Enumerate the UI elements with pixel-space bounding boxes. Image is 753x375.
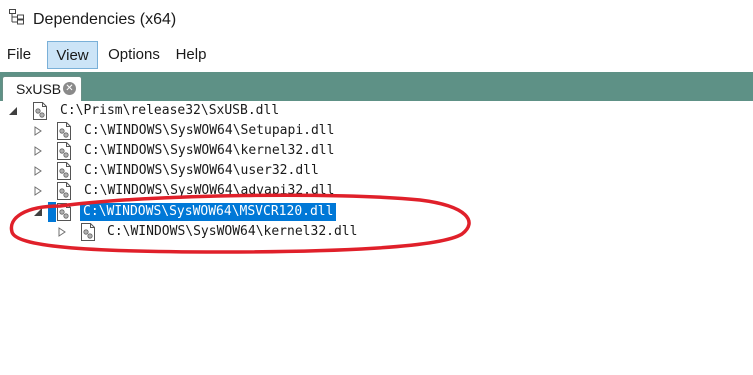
expanded-arrow-icon[interactable]: [8, 106, 18, 116]
tree-row-label: C:\WINDOWS\SysWOW64\user32.dll: [84, 163, 319, 178]
tree-row[interactable]: C:\WINDOWS\SysWOW64\Setupapi.dll: [0, 121, 753, 141]
tree-row-label: C:\WINDOWS\SysWOW64\MSVCR120.dll: [80, 203, 337, 221]
collapsed-arrow-icon[interactable]: [33, 126, 43, 136]
tree-row[interactable]: C:\WINDOWS\SysWOW64\user32.dll: [0, 161, 753, 181]
menu-options[interactable]: Options: [103, 41, 165, 69]
tree-row-root[interactable]: C:\Prism\release32\SxUSB.dll: [0, 101, 753, 121]
dll-file-icon: [57, 122, 71, 140]
tree-row-label: C:\WINDOWS\SysWOW64\kernel32.dll: [107, 224, 358, 239]
dll-file-icon: [33, 102, 47, 120]
tab-label: SxUSB: [16, 81, 62, 97]
selection-highlight: [48, 202, 56, 222]
title-bar: Dependencies (x64): [0, 0, 753, 38]
dll-file-icon: [57, 162, 71, 180]
menu-view[interactable]: View: [47, 41, 98, 69]
tree-row-label: C:\WINDOWS\SysWOW64\kernel32.dll: [84, 143, 335, 158]
window-title: Dependencies (x64): [33, 11, 177, 28]
dll-file-icon: [57, 142, 71, 160]
dll-file-icon: [57, 203, 71, 221]
tree-row-label: C:\Prism\release32\SxUSB.dll: [60, 103, 280, 118]
menu-bar: File View Options Help: [0, 38, 753, 72]
tab-sxusb[interactable]: SxUSB ✕: [2, 76, 82, 101]
tab-strip: SxUSB ✕: [0, 72, 753, 101]
dependency-tree[interactable]: C:\Prism\release32\SxUSB.dll C:\WINDOWS\…: [0, 101, 753, 375]
collapsed-arrow-icon[interactable]: [57, 227, 67, 237]
tree-row-selected[interactable]: C:\WINDOWS\SysWOW64\MSVCR120.dll: [0, 202, 753, 222]
collapsed-arrow-icon[interactable]: [33, 146, 43, 156]
collapsed-arrow-icon[interactable]: [33, 166, 43, 176]
dll-file-icon: [81, 223, 95, 241]
tree-row[interactable]: C:\WINDOWS\SysWOW64\kernel32.dll: [0, 222, 753, 242]
tree-row[interactable]: C:\WINDOWS\SysWOW64\advapi32.dll: [0, 181, 753, 201]
dependency-tree-icon: [9, 9, 24, 25]
menu-file[interactable]: File: [0, 41, 38, 69]
close-icon[interactable]: ✕: [63, 82, 76, 95]
expanded-arrow-icon[interactable]: [33, 207, 43, 217]
tree-row-label: C:\WINDOWS\SysWOW64\advapi32.dll: [84, 183, 335, 198]
collapsed-arrow-icon[interactable]: [33, 186, 43, 196]
tree-row-label: C:\WINDOWS\SysWOW64\Setupapi.dll: [84, 123, 335, 138]
dll-file-icon: [57, 182, 71, 200]
tree-row[interactable]: C:\WINDOWS\SysWOW64\kernel32.dll: [0, 141, 753, 161]
menu-help[interactable]: Help: [170, 41, 212, 69]
